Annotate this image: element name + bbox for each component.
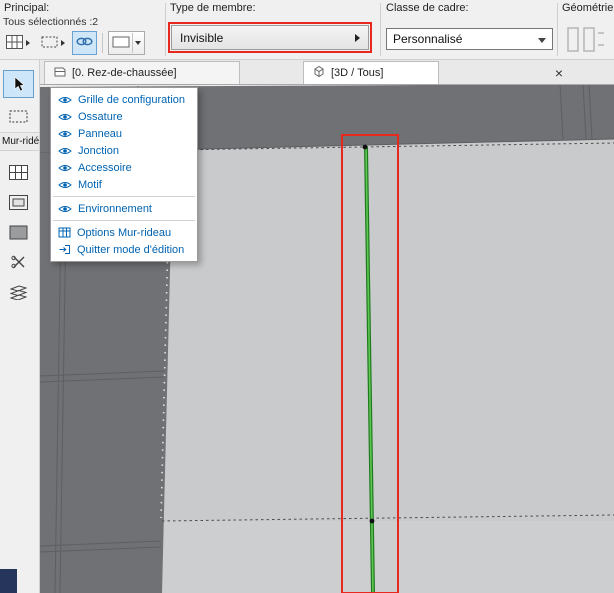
chevron-down-icon [135, 41, 141, 45]
member-type-value: Invisible [180, 30, 224, 45]
frame-preview-icon [112, 36, 130, 51]
app-window: Principal: Tous sélectionnés :2 Type de … [0, 0, 614, 593]
toolbar-separator [102, 33, 103, 53]
principal-label: Principal: [4, 2, 50, 14]
toolbar: Principal: Tous sélectionnés :2 Type de … [0, 0, 614, 60]
floor-plan-icon [53, 66, 66, 81]
menu-item-grille[interactable]: Grille de configuration [51, 91, 197, 108]
view-tabbar: [0. Rez-de-chaussée] [3D / Tous] × [40, 60, 614, 85]
bottom-left-panel-corner [0, 569, 17, 593]
marquee-tool-button[interactable] [3, 102, 34, 130]
annotation-red-box: Invisible [168, 22, 372, 53]
eye-icon [58, 164, 72, 171]
tool-sidebar: Mur-ridé [0, 60, 40, 593]
menu-separator [53, 196, 195, 197]
menu-item-label: Accessoire [78, 161, 132, 174]
curtain-wall-panel-title: Mur-ridé [0, 132, 39, 151]
tab-floor-plan[interactable]: [0. Rez-de-chaussée] [44, 61, 240, 84]
cw-frame-tool-button[interactable] [3, 188, 34, 216]
menu-item-ossature[interactable]: Ossature [51, 108, 197, 125]
eye-icon [58, 181, 72, 188]
flyout-arrow-icon [26, 40, 30, 46]
menu-item-label: Ossature [78, 110, 123, 123]
menu-item-environnement[interactable]: Environnement [51, 200, 197, 217]
chevron-down-icon [538, 38, 546, 43]
selection-status: Tous sélectionnés :2 [3, 16, 99, 28]
link-toggle-button[interactable] [72, 31, 97, 55]
grid-options-icon [58, 227, 71, 238]
menu-item-label: Grille de configuration [78, 93, 186, 106]
panel-fill-icon [9, 225, 28, 239]
geometry-method-button[interactable] [566, 25, 606, 58]
marquee-mode-button[interactable] [37, 31, 69, 55]
menu-item-label: Environnement [78, 202, 152, 215]
menu-item-label: Options Mur-rideau [77, 226, 172, 239]
marquee-icon [41, 36, 58, 51]
cw-panel-tool-button[interactable] [3, 218, 34, 246]
menu-item-label: Motif [78, 178, 102, 191]
tab-3d-view[interactable]: [3D / Tous] [303, 61, 439, 84]
principal-button-row [2, 31, 145, 55]
geometry-section-label: Géométrie d [562, 2, 614, 14]
eye-icon [58, 113, 72, 120]
scissors-icon [11, 255, 25, 268]
exit-icon [59, 245, 70, 254]
edit-scheme-button[interactable] [2, 31, 34, 55]
toolbar-separator [132, 33, 133, 53]
menu-item-label: Panneau [78, 127, 123, 140]
cw-accessory-tool-button[interactable] [3, 278, 34, 306]
menu-item-label: Quitter mode d'édition [77, 243, 185, 256]
menu-item-jonction[interactable]: Jonction [51, 142, 197, 159]
tab-label: [3D / Tous] [331, 67, 384, 79]
selection-handle-bottom[interactable] [369, 518, 375, 524]
close-tab-button[interactable]: × [545, 61, 573, 84]
menu-separator [53, 220, 195, 221]
panel-frame-icon [9, 194, 28, 210]
toolbar-divider [557, 3, 558, 56]
marquee-icon [9, 110, 28, 122]
layers-stack-icon [10, 284, 27, 300]
scheme-grid-icon [6, 34, 23, 52]
popup-arrow-icon [355, 33, 360, 42]
frame-class-label: Classe de cadre: [386, 2, 469, 14]
menu-item-accessoire[interactable]: Accessoire [51, 159, 197, 176]
cube-3d-icon [312, 65, 325, 81]
eye-icon [58, 205, 72, 212]
curtain-wall-edit-menu: Grille de configuration Ossature Panneau… [50, 87, 198, 262]
cw-junction-tool-button[interactable] [3, 248, 34, 276]
eye-icon [58, 130, 72, 137]
frame-class-value: Personnalisé [393, 32, 463, 46]
flyout-arrow-icon [61, 40, 65, 46]
menu-item-label: Jonction [78, 144, 119, 157]
menu-item-options[interactable]: Options Mur-rideau [51, 224, 197, 241]
configuration-grid-icon [9, 164, 28, 180]
cw-grid-tool-button[interactable] [3, 158, 34, 186]
frame-preview-dropdown[interactable] [108, 31, 145, 55]
frame-class-combobox[interactable]: Personnalisé [386, 28, 553, 50]
arrow-tool-button[interactable] [3, 70, 34, 98]
menu-item-panneau[interactable]: Panneau [51, 125, 197, 142]
toolbar-divider [165, 3, 166, 56]
member-type-label: Type de membre: [170, 2, 256, 14]
tab-label: [0. Rez-de-chaussée] [72, 67, 177, 79]
member-type-dropdown[interactable]: Invisible [171, 25, 369, 50]
chain-link-icon [76, 35, 93, 51]
cursor-arrow-icon [14, 76, 25, 92]
toolbar-divider [380, 3, 381, 56]
eye-icon [58, 147, 72, 154]
menu-item-quitter[interactable]: Quitter mode d'édition [51, 241, 197, 258]
menu-item-motif[interactable]: Motif [51, 176, 197, 193]
selection-handle-top[interactable] [362, 144, 368, 150]
eye-icon [58, 96, 72, 103]
